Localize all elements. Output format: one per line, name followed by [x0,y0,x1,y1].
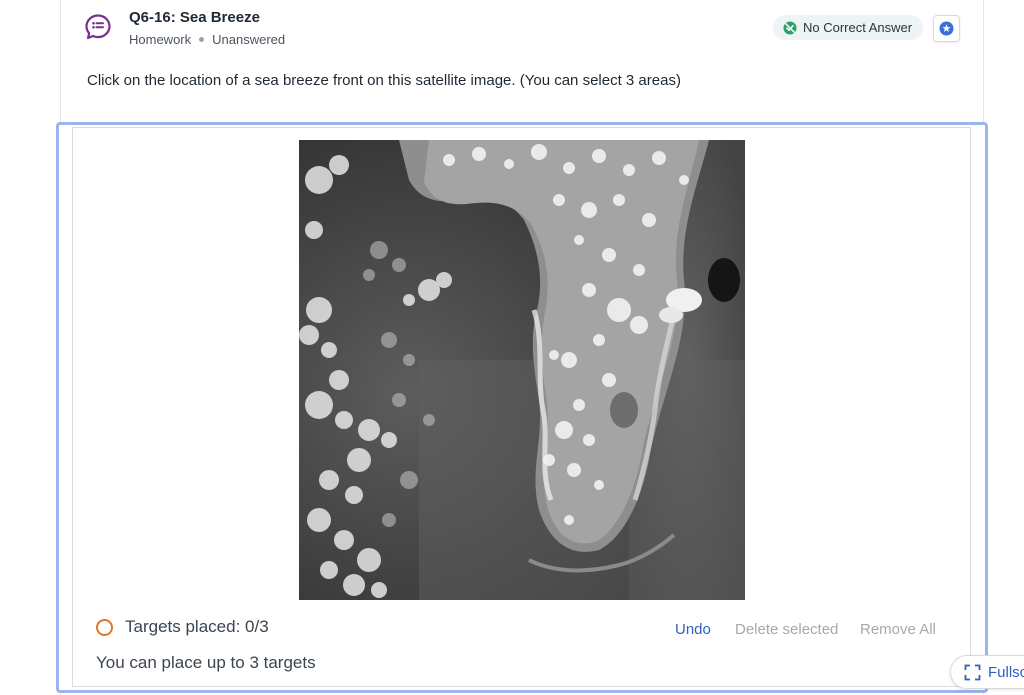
satellite-image[interactable] [299,140,745,600]
question-prompt: Click on the location of a sea breeze fr… [87,72,681,89]
fullscreen-icon [964,664,981,680]
targets-counter: Targets placed: 0/3 [96,617,269,637]
question-status: Unanswered [212,32,286,47]
no-correct-answer-badge: No Correct Answer [773,15,924,40]
star-badge-icon [939,21,954,36]
targets-hint: You can place up to 3 targets [96,653,316,672]
meta-separator-dot [199,37,205,42]
targets-placed-label: Targets placed: 0/3 [125,617,269,636]
question-type: Homework [129,32,192,47]
remove-all-button[interactable]: Remove All [860,621,936,638]
fullscreen-label: Fullsc [988,663,1024,681]
undo-button[interactable]: Undo [675,621,711,638]
badge-label: No Correct Answer [803,20,913,35]
delete-selected-button[interactable]: Delete selected [735,621,838,638]
question-title: Q6-16: Sea Breeze [129,9,260,26]
fullscreen-button[interactable]: Fullsc [950,655,1024,689]
question-meta: Homework Unanswered [129,32,285,47]
target-ring-icon [96,618,113,636]
no-answer-icon [783,21,797,34]
star-badge-button[interactable] [933,15,960,42]
question-list-icon [84,13,112,41]
